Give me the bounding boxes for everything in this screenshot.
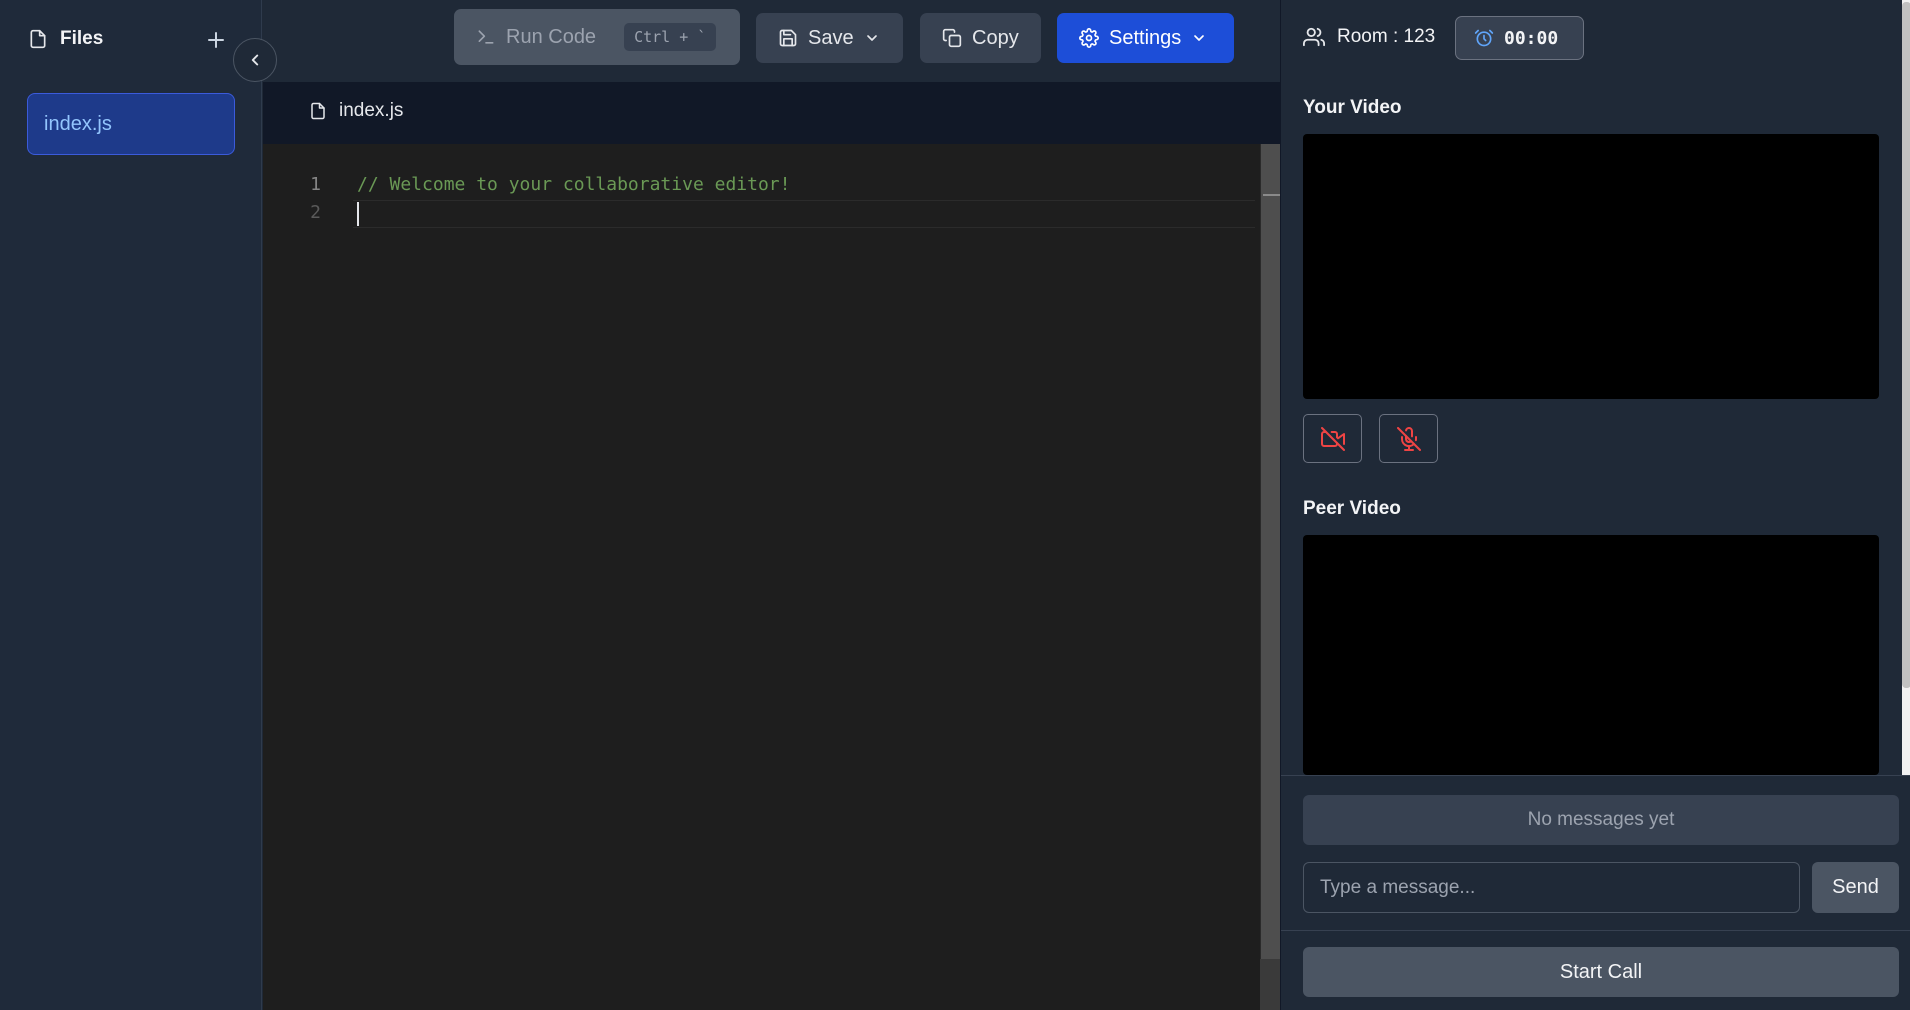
tab-index-js[interactable]: index.js	[309, 100, 403, 122]
alarm-clock-icon	[1474, 28, 1494, 48]
settings-button[interactable]: Settings	[1057, 13, 1234, 63]
toggle-mic-button[interactable]	[1379, 414, 1438, 463]
chevron-left-icon	[246, 51, 264, 69]
your-video	[1303, 134, 1879, 399]
chat-section: No messages yet Send Start Call	[1281, 775, 1910, 1010]
editor-tab-bar: index.js	[263, 82, 1280, 145]
room-info: Room : 123	[1303, 26, 1435, 48]
video-off-icon	[1320, 426, 1345, 451]
file-icon	[28, 28, 48, 50]
timer-value: 00:00	[1504, 27, 1559, 49]
message-input[interactable]	[1303, 862, 1800, 913]
current-line-highlight	[353, 200, 1255, 228]
file-item-index-js[interactable]: index.js	[27, 93, 235, 155]
run-code-button[interactable]: Run Code Ctrl + `	[454, 9, 740, 65]
text-cursor	[357, 202, 359, 226]
file-item-label: index.js	[44, 112, 112, 135]
plus-icon	[204, 28, 228, 52]
peer-video	[1303, 535, 1879, 775]
users-icon	[1303, 26, 1325, 48]
editor-toolbar: Run Code Ctrl + ` Save Copy Settings	[263, 0, 1280, 83]
room-label: Room : 123	[1337, 26, 1436, 47]
gear-icon	[1079, 28, 1099, 48]
terminal-icon	[476, 27, 496, 47]
empty-chat-message: No messages yet	[1303, 795, 1899, 845]
collapse-sidebar-button[interactable]	[233, 38, 277, 82]
run-shortcut-badge: Ctrl + `	[624, 23, 717, 51]
peer-video-title: Peer Video	[1303, 498, 1401, 519]
panel-scrollbar-thumb[interactable]	[1902, 2, 1910, 688]
save-button[interactable]: Save	[756, 13, 903, 63]
copy-icon	[942, 28, 962, 48]
code-line: // Welcome to your collaborative editor!	[357, 174, 791, 195]
copy-label: Copy	[972, 26, 1019, 49]
run-code-label: Run Code	[506, 25, 597, 48]
your-video-title: Your Video	[1303, 97, 1402, 118]
add-file-button[interactable]	[204, 28, 228, 52]
file-icon	[309, 101, 327, 121]
save-label: Save	[808, 26, 854, 49]
line-number: 2	[310, 202, 321, 223]
copy-button[interactable]: Copy	[920, 13, 1041, 63]
mic-off-icon	[1396, 426, 1421, 451]
settings-label: Settings	[1109, 26, 1182, 49]
editor-scroll-marker	[1263, 194, 1280, 196]
file-sidebar: Files index.js	[0, 0, 262, 1010]
chevron-down-icon	[1191, 30, 1207, 46]
sidebar-header: Files	[28, 28, 103, 50]
tab-label: index.js	[339, 100, 404, 121]
divider	[1281, 930, 1910, 931]
code-editor[interactable]: 1 // Welcome to your collaborative edito…	[263, 144, 1280, 1010]
send-button[interactable]: Send	[1812, 862, 1899, 913]
line-number: 1	[310, 174, 321, 195]
chevron-down-icon	[864, 30, 880, 46]
collaboration-panel: Room : 123 00:00 Your Video Peer Video N…	[1280, 0, 1910, 1010]
sidebar-title: Files	[60, 28, 104, 49]
start-call-button[interactable]: Start Call	[1303, 947, 1899, 997]
session-timer[interactable]: 00:00	[1455, 16, 1584, 60]
toggle-camera-button[interactable]	[1303, 414, 1362, 463]
save-icon	[778, 28, 798, 48]
editor-scrollbar-thumb[interactable]	[1260, 144, 1280, 959]
